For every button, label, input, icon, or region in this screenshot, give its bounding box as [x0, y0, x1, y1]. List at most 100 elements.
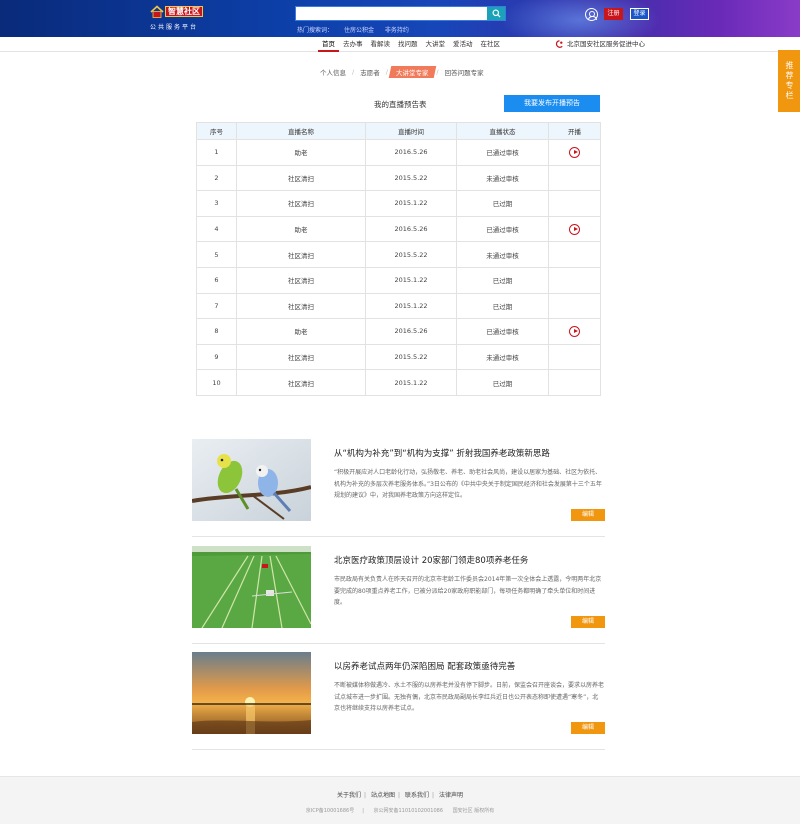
hot-label: 热门搜索词：	[297, 27, 334, 34]
cell-no: 6	[196, 266, 237, 294]
footer: 关于我们 | 站点地图 | 联系我们 | 法律声明 京ICP备10001686号 | 京…	[0, 776, 800, 824]
brand-subtitle: 公共服务平台	[150, 24, 199, 31]
hot-word-link[interactable]: 住房公积金	[344, 27, 374, 34]
footer-sep: |	[431, 792, 435, 799]
nav-item-home[interactable]: 首页	[318, 37, 339, 52]
news-title[interactable]: 北京医疗政策顶层设计 20家部门领走80项养老任务	[334, 554, 528, 566]
tab-lecture-expert-label: 大讲堂专家	[395, 69, 429, 77]
house-icon	[150, 5, 164, 18]
table-row: 10 社区清扫 2015.1.22 已过期	[196, 369, 601, 396]
nav-item-activities[interactable]: 爱活动	[449, 37, 477, 52]
col-header-play: 开播	[548, 122, 601, 140]
edit-button[interactable]: 编辑	[571, 509, 605, 521]
cell-time: 2016.5.26	[365, 318, 457, 345]
news-summary: “积极开展应对人口老龄化行动，弘扬敬老、养老、助老社会风尚，建设以居家为基础、社…	[334, 469, 602, 499]
cell-no: 5	[196, 241, 237, 268]
table-row: 7 社区清扫 2015.1.22 已过期	[196, 292, 601, 320]
cell-name: 社区清扫	[236, 343, 366, 371]
cell-status: 未通过审核	[456, 241, 549, 268]
tab-personal-info[interactable]: 个人信息	[316, 67, 350, 77]
search-icon	[491, 9, 501, 18]
news-title[interactable]: 从“机构为补充”到“机构为支撑” 折射我国养老政策新思路	[334, 447, 550, 459]
recommended-column-tab[interactable]: 推荐专栏	[778, 50, 800, 112]
cell-status: 已通过审核	[456, 139, 549, 166]
tab-volunteer[interactable]: 志愿者	[356, 67, 384, 77]
login-button[interactable]: 登录	[630, 8, 649, 20]
footer-link-legal[interactable]: 法律声明	[439, 792, 463, 799]
footer-sep: |	[364, 792, 367, 799]
cell-name: 社区清扫	[236, 241, 366, 268]
news-thumbnail[interactable]	[192, 652, 311, 734]
news-title[interactable]: 以房养老试点两年仍深陷困局 配套政策亟待完善	[334, 660, 515, 672]
publish-preview-button[interactable]: 我要发布开播预告	[504, 95, 600, 112]
cell-status: 已过期	[456, 190, 549, 217]
col-header-status: 直播状态	[456, 122, 549, 140]
table-header-row: 序号 直播名称 直播时间 直播状态 开播	[196, 122, 601, 140]
news-item: 从“机构为补充”到“机构为支撑” 折射我国养老政策新思路 “积极开展应对人口老龄化…	[192, 439, 605, 537]
cell-status: 已通过审核	[456, 318, 549, 345]
nav-item-lectures[interactable]: 大讲堂	[422, 37, 450, 52]
icp-number: 京ICP备10001686号	[305, 808, 355, 814]
cell-play	[548, 164, 601, 192]
nav-item-community[interactable]: 在社区	[477, 37, 505, 52]
footer-link-contact[interactable]: 联系我们	[405, 792, 429, 799]
register-button[interactable]: 注册	[604, 8, 623, 20]
table-row: 6 社区清扫 2015.1.22 已过期	[196, 266, 601, 294]
footer-link-about[interactable]: 关于我们	[337, 792, 361, 799]
edit-button[interactable]: 编辑	[571, 722, 605, 734]
footer-link-sitemap[interactable]: 站点地图	[371, 792, 395, 799]
cell-status: 未通过审核	[456, 343, 549, 371]
cell-name: 社区清扫	[236, 369, 366, 396]
cell-play	[548, 343, 601, 371]
news-thumbnail[interactable]	[192, 439, 311, 521]
cell-status: 已过期	[456, 369, 549, 396]
cell-name: 社区清扫	[236, 266, 366, 294]
cell-time: 2016.5.26	[365, 215, 457, 243]
table-row: 1 助老 2016.5.26 已通过审核	[196, 139, 601, 166]
cell-time: 2015.1.22	[365, 266, 457, 294]
play-icon[interactable]	[569, 146, 580, 158]
news-summary: 市民政局有关负责人在昨天召开的北京市老龄工作委员会2014年第一次全体会上透露，…	[334, 576, 602, 606]
cell-name: 助老	[236, 215, 366, 243]
tab-answer-expert[interactable]: 回答问题专家	[441, 67, 488, 77]
user-icon[interactable]	[585, 8, 598, 21]
search-input[interactable]	[296, 7, 486, 20]
cell-name: 助老	[236, 139, 366, 166]
cell-time: 2015.5.22	[365, 164, 457, 192]
hot-search-words: 热门搜索词： 住房公积金 非务持约	[297, 25, 418, 34]
cell-status: 已通过审核	[456, 215, 549, 243]
org-name: 北京国安社区服务促进中心	[567, 40, 645, 48]
cell-no: 8	[196, 318, 237, 345]
cell-name: 社区清扫	[236, 190, 366, 217]
header-bar: 智慧社区 公共服务平台 热门搜索词： 住房公积金 非务持约 注册 登录	[0, 0, 800, 37]
nav-item-policy[interactable]: 看解读	[367, 37, 395, 52]
site-logo[interactable]: 智慧社区 公共服务平台	[150, 3, 210, 33]
profile-tabs: 个人信息 / 志愿者 / 大讲堂专家 / 回答问题专家	[316, 66, 488, 78]
col-header-time: 直播时间	[365, 122, 457, 140]
play-icon[interactable]	[569, 223, 580, 235]
table-row: 3 社区清扫 2015.1.22 已过期	[196, 190, 601, 217]
org-link[interactable]: 北京国安社区服务促进中心	[555, 39, 645, 50]
table-row: 9 社区清扫 2015.5.22 未通过审核	[196, 343, 601, 371]
edit-button[interactable]: 编辑	[571, 616, 605, 628]
col-header-name: 直播名称	[236, 122, 366, 140]
tab-lecture-expert[interactable]: 大讲堂专家	[388, 66, 436, 78]
cell-no: 9	[196, 343, 237, 371]
nav-item-services[interactable]: 去办事	[339, 37, 367, 52]
police-number: 京公网安备11010102001086	[373, 808, 444, 814]
cell-play	[548, 241, 601, 268]
table-row: 5 社区清扫 2015.5.22 未通过审核	[196, 241, 601, 268]
cell-time: 2015.5.22	[365, 241, 457, 268]
cell-play	[548, 215, 601, 243]
cell-time: 2015.1.22	[365, 369, 457, 396]
org-logo-icon	[555, 40, 563, 48]
cell-play	[548, 292, 601, 320]
nav-item-questions[interactable]: 找问题	[394, 37, 422, 52]
search-button[interactable]	[487, 7, 505, 20]
play-icon[interactable]	[569, 325, 580, 337]
cell-status: 已过期	[456, 292, 549, 320]
hot-word-link[interactable]: 非务持约	[385, 27, 409, 34]
cell-no: 3	[196, 190, 237, 217]
news-thumbnail[interactable]	[192, 546, 311, 628]
cell-time: 2015.5.22	[365, 343, 457, 371]
